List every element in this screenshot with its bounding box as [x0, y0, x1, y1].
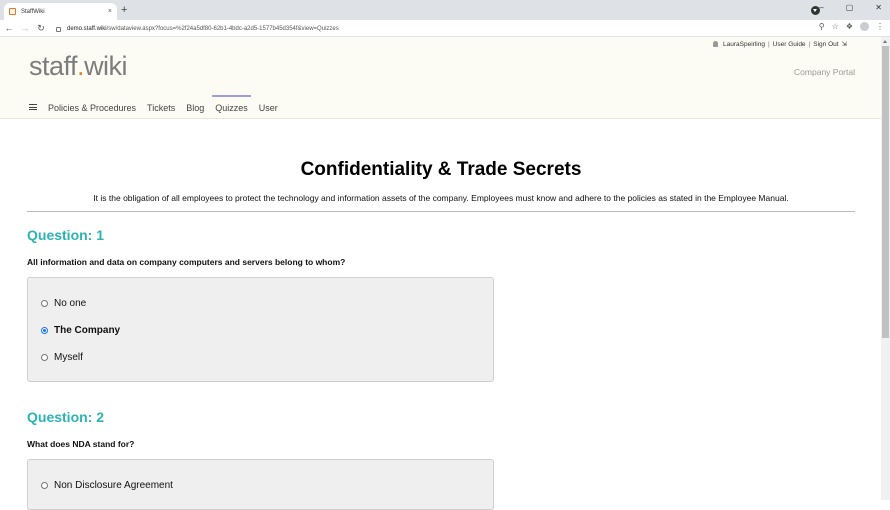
radio-button[interactable] — [41, 354, 48, 361]
answer-label: Non Disclosure Agreement — [54, 480, 173, 491]
site-logo[interactable]: staff.wiki — [29, 51, 128, 82]
nav-item-blog[interactable]: Blog — [186, 101, 204, 113]
answer-option[interactable]: Myself — [41, 344, 481, 371]
separator: | — [767, 40, 770, 48]
tab-title: StaffWiki — [21, 8, 45, 15]
nav-item-policies[interactable]: Policies & Procedures — [48, 101, 136, 113]
radio-button[interactable] — [41, 300, 48, 307]
url-path: /sw/dataview.aspx?focus=%2f24a5df80-62b1… — [106, 26, 339, 32]
nav-item-quizzes[interactable]: Quizzes — [212, 95, 251, 113]
answer-option[interactable]: No one — [41, 290, 481, 317]
quiz-content: Confidentiality & Trade Secrets It is th… — [27, 119, 855, 510]
question-heading: Question: 2 — [27, 409, 105, 425]
radio-button-checked[interactable] — [41, 327, 48, 334]
answer-label: Myself — [54, 352, 83, 363]
browser-menu-icon[interactable]: ⋮ — [876, 22, 884, 31]
browser-toolbar: ← → ↻ demo.staff.wiki /sw/dataview.aspx?… — [0, 20, 890, 37]
extensions-puzzle-icon[interactable]: ❖ — [846, 22, 853, 31]
lock-icon — [56, 26, 61, 32]
company-portal-label[interactable]: Company Portal — [794, 67, 855, 77]
close-window-button[interactable]: ✕ — [875, 1, 882, 15]
window-controls: – ▢ ✕ — [819, 1, 882, 15]
answer-option-selected[interactable]: The Company — [41, 317, 481, 344]
nav-item-tickets[interactable]: Tickets — [147, 101, 175, 113]
bookmark-star-icon[interactable]: ☆ — [832, 22, 839, 31]
browser-tab-bar: StaffWiki × + – ▢ ✕ — [0, 0, 890, 20]
url-host: demo.staff.wiki — [67, 26, 107, 32]
separator: | — [808, 40, 811, 48]
forward-arrow-icon[interactable]: → — [18, 23, 32, 33]
profile-avatar-icon[interactable] — [860, 22, 869, 31]
question-heading: Question: 1 — [27, 227, 105, 243]
user-bar: LauraSpeirling | User Guide | Sign Out ⇲ — [713, 40, 847, 48]
main-nav: Policies & Procedures Tickets Blog Quizz… — [29, 95, 289, 113]
logo-dot: . — [77, 51, 85, 81]
radio-button[interactable] — [41, 482, 48, 489]
scroll-up-arrow-icon[interactable] — [883, 40, 887, 43]
user-name-link[interactable]: LauraSpeirling — [723, 41, 765, 48]
page-scrollbar[interactable] — [881, 37, 890, 500]
page-title: Confidentiality & Trade Secrets — [300, 159, 582, 180]
sign-out-link[interactable]: Sign Out — [813, 41, 838, 48]
answer-options: No one The Company Myself — [27, 277, 494, 382]
user-icon — [713, 41, 719, 47]
logo-text-main: staff — [29, 51, 78, 81]
user-guide-link[interactable]: User Guide — [773, 41, 806, 48]
answer-option[interactable]: Non Disclosure Agreement — [41, 472, 481, 499]
answer-label: No one — [54, 298, 87, 309]
tab-close-icon[interactable]: × — [108, 8, 112, 15]
logo-text-suffix: wiki — [84, 51, 128, 81]
toolbar-actions: ⚲ ☆ ❖ ⋮ — [819, 22, 884, 31]
quiz-intro: It is the obligation of all employees to… — [27, 193, 855, 212]
new-tab-button[interactable]: + — [121, 3, 127, 17]
nav-item-user[interactable]: User — [259, 101, 278, 113]
zoom-icon[interactable]: ⚲ — [819, 22, 825, 31]
answer-label: The Company — [54, 325, 121, 336]
scroll-thumb[interactable] — [882, 46, 889, 338]
hamburger-menu-icon[interactable] — [29, 103, 37, 112]
address-bar[interactable]: demo.staff.wiki /sw/dataview.aspx?focus=… — [54, 23, 824, 35]
back-arrow-icon[interactable]: ← — [2, 23, 16, 33]
question-text: What does NDA stand for? — [27, 439, 135, 449]
answer-options: Non Disclosure Agreement — [27, 459, 494, 510]
browser-tab[interactable]: StaffWiki × — [4, 3, 117, 20]
question-block: Question: 1 All information and data on … — [27, 227, 855, 382]
sign-out-icon[interactable]: ⇲ — [842, 40, 847, 48]
reload-icon[interactable]: ↻ — [34, 23, 48, 34]
question-text: All information and data on company comp… — [27, 257, 346, 267]
minimize-button[interactable]: – — [819, 1, 823, 15]
site-favicon-icon — [9, 8, 16, 15]
question-block: Question: 2 What does NDA stand for? Non… — [27, 409, 855, 510]
site-header: LauraSpeirling | User Guide | Sign Out ⇲… — [0, 37, 881, 119]
maximize-button[interactable]: ▢ — [846, 1, 854, 15]
